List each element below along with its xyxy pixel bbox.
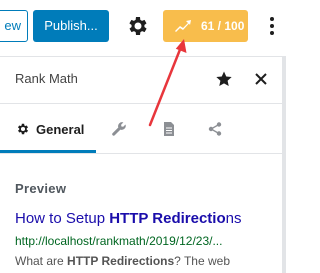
kebab-icon[interactable] [263,14,281,38]
rank-math-icon [175,20,191,32]
star-icon[interactable] [215,70,233,88]
tab-general[interactable]: General [0,112,96,153]
serp-title-prefix: How to Setup [15,210,110,227]
view-button[interactable]: ew [0,10,28,42]
header-divider [0,103,286,104]
serp-desc-prefix: What are [15,254,68,268]
seo-score-button[interactable]: 61 / 100 [163,10,248,42]
serp-title-bold: HTTP Redirectio [109,210,226,227]
panel-scrollbar[interactable] [282,56,286,273]
publish-button[interactable]: Publish... [33,10,109,42]
top-toolbar: ew Publish... 61 / 100 [0,0,286,56]
tab-general-label: General [36,122,85,137]
wrench-icon[interactable] [111,121,127,137]
seo-score-label: 61 / 100 [201,19,245,33]
serp-desc-bold: HTTP Redirections [67,254,175,268]
panel-title: Rank Math [15,71,78,86]
close-icon[interactable] [254,72,268,86]
serp-url: http://localhost/rankmath/2019/12/23/... [15,234,223,248]
serp-title[interactable]: How to Setup HTTP Redirections [15,210,286,227]
document-icon[interactable] [161,121,177,137]
gear-icon [17,123,29,135]
share-icon[interactable] [207,121,223,137]
serp-description: What are HTTP Redirections? The web [15,254,286,268]
toolbar-divider [0,56,286,57]
serp-title-suffix: ns [225,210,242,227]
preview-heading: Preview [15,181,67,196]
tabs-divider [0,153,286,154]
gear-icon[interactable] [126,14,150,38]
serp-desc-suffix: ? The web [174,254,230,268]
